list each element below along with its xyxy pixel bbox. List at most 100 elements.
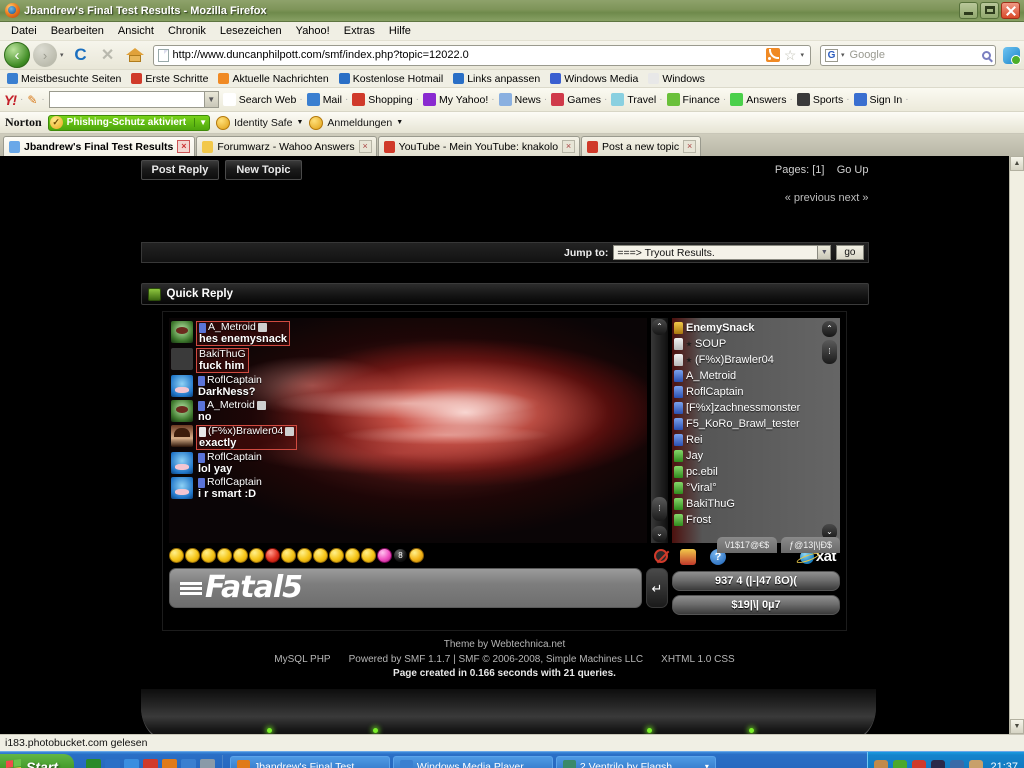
previous-link[interactable]: « previous <box>785 192 836 204</box>
phishing-status-badge[interactable]: ✓ Phishing-Schutz aktiviert ▼ <box>47 114 211 131</box>
yahoo-item-my-yahoo[interactable]: My Yahoo! · <box>423 93 495 106</box>
yahoo-item-mail[interactable]: Mail · <box>306 93 348 106</box>
taskbar-item[interactable]: Windows Media Player <box>392 755 553 768</box>
messenger-icon[interactable] <box>104 759 120 768</box>
menu-lesezeichen[interactable]: Lesezeichen <box>213 23 289 39</box>
emoticon-button[interactable] <box>201 548 216 563</box>
bookmark-item[interactable]: Windows Media <box>546 72 642 86</box>
search-icon[interactable] <box>982 50 991 60</box>
chat-room-tab[interactable]: \/1$17@€$ <box>716 537 778 553</box>
history-dropdown-icon[interactable]: ▾ <box>60 51 64 59</box>
user-list-item[interactable]: A_Metroid <box>674 368 840 384</box>
jump-to-select[interactable]: ===> Tryout Results. ▼ <box>613 245 832 260</box>
url-dropdown-icon[interactable]: ▾ <box>800 51 804 59</box>
no-smoking-icon[interactable] <box>654 548 668 563</box>
browser-tab[interactable]: YouTube - Mein YouTube: knakolo × <box>377 136 581 156</box>
user-list-item[interactable]: Rei <box>674 432 840 448</box>
emoticon-button[interactable] <box>169 548 184 563</box>
chevron-down-icon[interactable]: ▼ <box>817 246 831 259</box>
chat-scrollbar[interactable]: ⌃ ⁞ ⌄ <box>651 318 668 543</box>
user-list-item[interactable]: EnemySnack <box>674 320 840 336</box>
menu-chronik[interactable]: Chronik <box>161 23 213 39</box>
forward-button[interactable]: › <box>33 43 57 67</box>
emoticon-button[interactable] <box>217 548 232 563</box>
tray-network-icon[interactable] <box>950 759 965 768</box>
tray-shield-icon[interactable] <box>893 759 908 768</box>
chat-room-tab[interactable]: ƒ@13|\|Đ$ <box>781 537 840 553</box>
chevron-down-icon[interactable]: ▼ <box>194 118 207 127</box>
tab-close-icon[interactable]: × <box>358 140 372 153</box>
home-icon[interactable] <box>123 43 147 67</box>
user-list-item[interactable]: pc.ebil <box>674 464 840 480</box>
firefox-icon[interactable] <box>161 759 177 768</box>
menu-bearbeiten[interactable]: Bearbeiten <box>44 23 111 39</box>
browser-tab[interactable]: Forumwarz - Wahoo Answers × <box>196 136 377 156</box>
search-engine-dropdown-icon[interactable]: ▾ <box>841 51 845 59</box>
user-list-item[interactable]: F5_KoRo_Brawl_tester <box>674 416 840 432</box>
yahoo-item-search-web[interactable]: Search Web · <box>222 93 303 106</box>
tab-close-icon[interactable]: × <box>683 140 697 153</box>
tray-norton-icon[interactable] <box>912 759 927 768</box>
bookmark-star-icon[interactable]: ☆ <box>784 47 797 64</box>
yahoo-item-finance[interactable]: Finance · <box>666 93 726 106</box>
emoticon-button[interactable] <box>281 548 296 563</box>
show-desktop-icon[interactable] <box>199 759 215 768</box>
logins-button[interactable]: Anmeldungen ▼ <box>309 115 403 130</box>
chat-text-input[interactable]: Fatal5 <box>169 568 642 608</box>
bookmark-item[interactable]: Erste Schritte <box>127 72 212 86</box>
identity-safe-button[interactable]: Identity Safe ▼ <box>216 115 303 130</box>
search-input[interactable]: Google <box>850 49 979 61</box>
emoticon-button[interactable] <box>329 548 344 563</box>
scroll-thumb[interactable]: ⁞ <box>652 497 667 521</box>
chevron-down-icon[interactable]: ▾ <box>705 762 709 768</box>
user-list-item[interactable]: RoflCaptain <box>674 384 840 400</box>
tray-back-icon[interactable] <box>874 759 889 768</box>
new-topic-button[interactable]: New Topic <box>225 160 302 180</box>
menu-hilfe[interactable]: Hilfe <box>382 23 418 39</box>
maximize-button[interactable] <box>980 2 999 19</box>
winamp-icon[interactable] <box>85 759 101 768</box>
bookmark-item[interactable]: Kostenlose Hotmail <box>335 72 447 86</box>
tab-close-icon[interactable]: × <box>562 140 576 153</box>
status-pill-bottom[interactable]: $19|\| 0µ7 <box>672 595 840 615</box>
emoticon-button[interactable] <box>409 548 424 563</box>
menu-ansicht[interactable]: Ansicht <box>111 23 161 39</box>
minimize-button[interactable] <box>959 2 978 19</box>
user-list-item[interactable]: °Viral° <box>674 480 840 496</box>
rss-icon[interactable] <box>765 48 780 62</box>
skype-icon[interactable] <box>1003 46 1021 65</box>
reload-icon[interactable]: C <box>69 43 93 67</box>
google-icon[interactable]: G <box>825 48 838 62</box>
emoticon-button[interactable] <box>361 548 376 563</box>
post-reply-button[interactable]: Post Reply <box>140 160 220 180</box>
internet-explorer-icon[interactable] <box>123 759 139 768</box>
emoticon-button[interactable] <box>265 548 280 563</box>
emoticon-button[interactable] <box>297 548 312 563</box>
page-scrollbar[interactable]: ▲ ▼ <box>1009 156 1024 734</box>
emoticon-button[interactable]: 8 <box>393 548 408 563</box>
emoticon-button[interactable] <box>185 548 200 563</box>
people-icon[interactable] <box>680 548 696 565</box>
menu-datei[interactable]: Datei <box>4 23 44 39</box>
emoticon-button[interactable] <box>313 548 328 563</box>
go-button[interactable]: go <box>836 245 864 260</box>
start-button[interactable]: Start <box>0 753 74 768</box>
user-list-scrollbar[interactable]: ⌃ ⁞ ⌄ <box>821 320 838 541</box>
go-up-link[interactable]: Go Up <box>837 164 869 176</box>
user-list-item[interactable]: [F%x]zachnessmonster <box>674 400 840 416</box>
pencil-icon[interactable]: ✎ <box>27 93 37 107</box>
emoticon-button[interactable] <box>377 548 392 563</box>
menu-yahoo[interactable]: Yahoo! <box>289 23 337 39</box>
url-bar[interactable]: http://www.duncanphilpott.com/smf/index.… <box>152 44 811 66</box>
scroll-up-button[interactable]: ⌃ <box>822 321 837 337</box>
tray-user-icon[interactable] <box>969 759 984 768</box>
bookmark-item[interactable]: Meistbesuchte Seiten <box>3 72 125 86</box>
user-list-item[interactable]: SOUP <box>674 336 840 352</box>
user-list-item[interactable]: BakiThuG <box>674 496 840 512</box>
tray-monitor-icon[interactable] <box>931 759 946 768</box>
scroll-up-button[interactable]: ⌃ <box>652 319 667 335</box>
media-player-icon[interactable] <box>180 759 196 768</box>
yahoo-item-shopping[interactable]: Shopping · <box>352 93 419 106</box>
scroll-up-button[interactable]: ▲ <box>1010 156 1024 171</box>
chevron-down-icon[interactable]: ▼ <box>203 92 218 107</box>
